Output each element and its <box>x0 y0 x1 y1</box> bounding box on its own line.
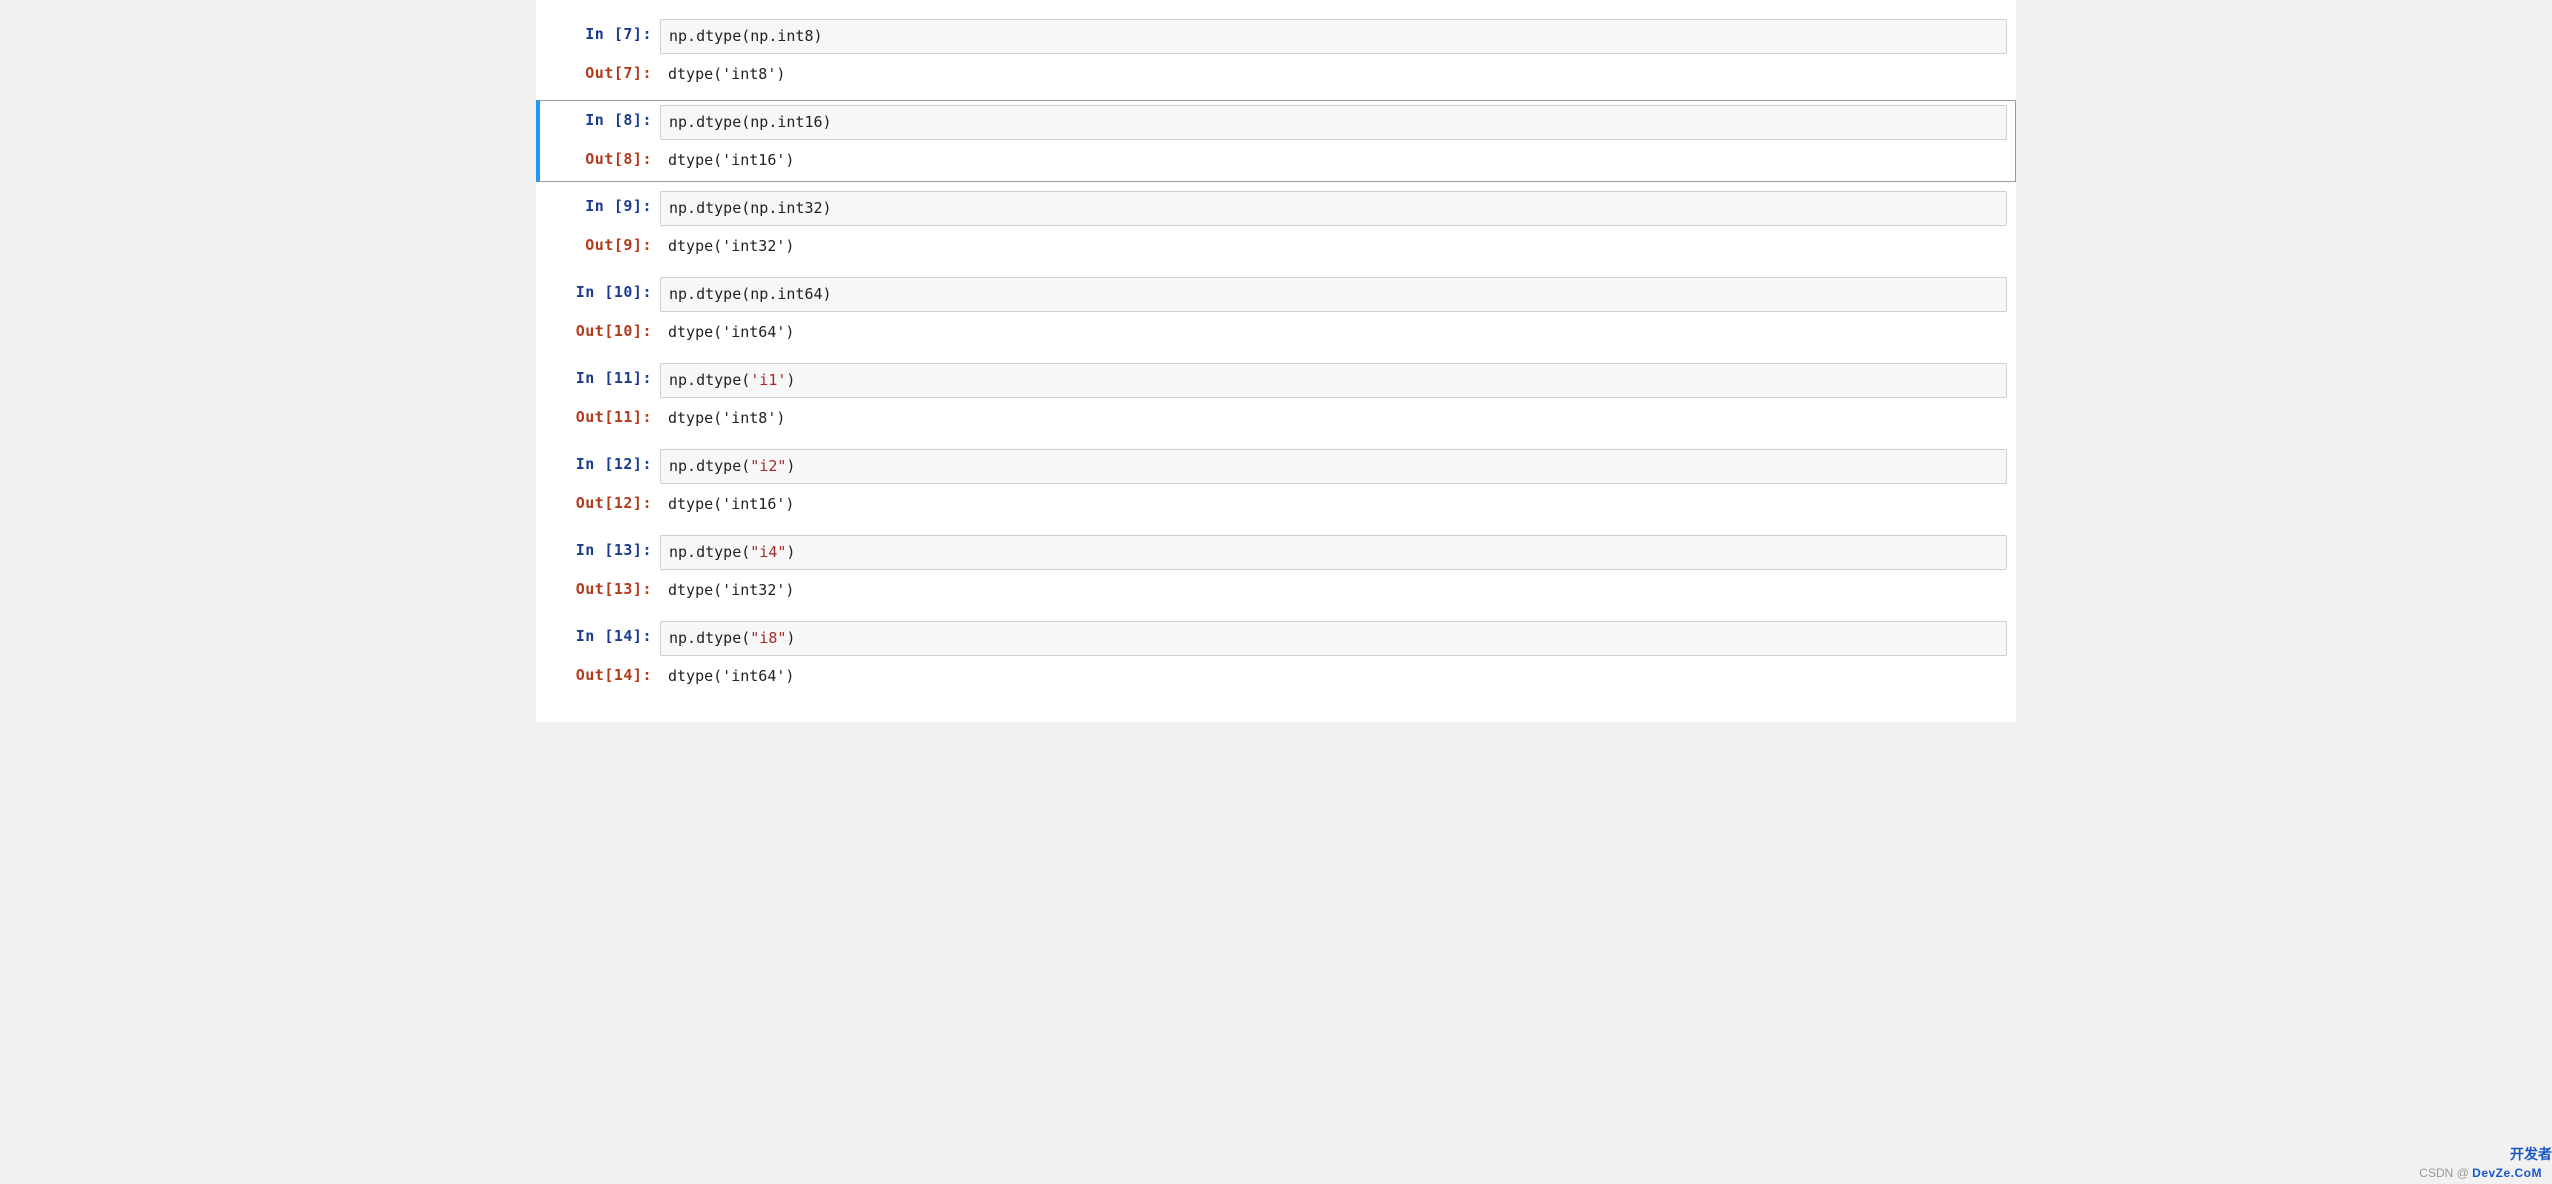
code-token: np.dtype( <box>669 543 750 561</box>
notebook-cell[interactable]: In [8]: np.dtype(np.int16) Out[8]:dtype('i… <box>536 100 2016 182</box>
input-row: In [12]:np.dtype("i2") <box>540 447 2015 486</box>
in-prompt: In [12]: <box>540 449 660 473</box>
in-prompt: In [14]: <box>540 621 660 645</box>
code-token: np.dtype(np.int32) <box>669 199 832 217</box>
in-prompt: In [11]: <box>540 363 660 387</box>
code-token: np.dtype(np.int8) <box>669 27 823 45</box>
code-token: np.dtype( <box>669 371 750 389</box>
notebook-cell[interactable]: In [10]: np.dtype(np.int64) Out[10]:dtype(… <box>536 272 2016 354</box>
output-row: Out[7]:dtype('int8') <box>540 56 2015 93</box>
code-input[interactable]: np.dtype("i4") <box>660 535 2007 570</box>
code-input[interactable]: np.dtype(np.int8) <box>660 19 2007 54</box>
notebook-cell[interactable]: In [13]:np.dtype("i4")Out[13]:dtype('int… <box>536 530 2016 612</box>
code-token: ) <box>786 457 795 475</box>
code-token: np.dtype( <box>669 629 750 647</box>
code-token-string: 'i1' <box>750 371 786 389</box>
code-token: np.dtype( <box>669 457 750 475</box>
input-row: In [10]: np.dtype(np.int64) <box>540 275 2015 314</box>
out-prompt: Out[9]: <box>540 230 660 254</box>
code-input[interactable]: np.dtype(np.int64) <box>660 277 2007 312</box>
code-input[interactable]: np.dtype(np.int32) <box>660 191 2007 226</box>
out-prompt: Out[13]: <box>540 574 660 598</box>
out-prompt: Out[12]: <box>540 488 660 512</box>
input-row: In [7]: np.dtype(np.int8) <box>540 17 2015 56</box>
watermark-prefix: CSDN @ <box>2419 1166 2469 1180</box>
notebook-cell[interactable]: In [9]: np.dtype(np.int32) Out[9]:dtype('i… <box>536 186 2016 268</box>
input-row: In [13]:np.dtype("i4") <box>540 533 2015 572</box>
cell-output: dtype('int32') <box>660 574 2007 607</box>
code-token-string: "i2" <box>750 457 786 475</box>
cell-output: dtype('int32') <box>660 230 2007 263</box>
code-token-string: "i4" <box>750 543 786 561</box>
in-prompt: In [7]: <box>540 19 660 43</box>
footer-watermark: CSDN @ DevZe.CoM <box>2419 1166 2542 1180</box>
notebook-cell[interactable]: In [12]:np.dtype("i2")Out[12]:dtype('int… <box>536 444 2016 526</box>
cell-output: dtype('int8') <box>660 58 2007 91</box>
input-row: In [14]:np.dtype("i8") <box>540 619 2015 658</box>
developer-badge: 开发者 <box>2510 1144 2552 1164</box>
watermark-brand: DevZe.CoM <box>2472 1166 2542 1180</box>
cell-output: dtype('int16') <box>660 144 2007 177</box>
in-prompt: In [8]: <box>540 105 660 129</box>
code-token: ) <box>786 371 795 389</box>
code-token: np.dtype(np.int16) <box>669 113 832 131</box>
code-input[interactable]: np.dtype(np.int16) <box>660 105 2007 140</box>
output-row: Out[10]:dtype('int64') <box>540 314 2015 351</box>
code-token: ) <box>786 629 795 647</box>
in-prompt: In [13]: <box>540 535 660 559</box>
cell-output: dtype('int8') <box>660 402 2007 435</box>
cell-output: dtype('int64') <box>660 316 2007 349</box>
code-input[interactable]: np.dtype("i2") <box>660 449 2007 484</box>
out-prompt: Out[10]: <box>540 316 660 340</box>
output-row: Out[11]:dtype('int8') <box>540 400 2015 437</box>
code-token: ) <box>786 543 795 561</box>
notebook-cell[interactable]: In [14]:np.dtype("i8")Out[14]:dtype('int… <box>536 616 2016 698</box>
code-token: np.dtype(np.int64) <box>669 285 832 303</box>
out-prompt: Out[11]: <box>540 402 660 426</box>
out-prompt: Out[14]: <box>540 660 660 684</box>
in-prompt: In [9]: <box>540 191 660 215</box>
output-row: Out[9]:dtype('int32') <box>540 228 2015 265</box>
input-row: In [9]: np.dtype(np.int32) <box>540 189 2015 228</box>
output-row: Out[8]:dtype('int16') <box>540 142 2015 179</box>
input-row: In [8]: np.dtype(np.int16) <box>540 103 2015 142</box>
code-input[interactable]: np.dtype('i1') <box>660 363 2007 398</box>
out-prompt: Out[8]: <box>540 144 660 168</box>
output-row: Out[13]:dtype('int32') <box>540 572 2015 609</box>
notebook-cell[interactable]: In [7]: np.dtype(np.int8) Out[7]:dtype('in… <box>536 14 2016 96</box>
code-token-string: "i8" <box>750 629 786 647</box>
cell-output: dtype('int64') <box>660 660 2007 693</box>
input-row: In [11]:np.dtype('i1') <box>540 361 2015 400</box>
output-row: Out[12]:dtype('int16') <box>540 486 2015 523</box>
notebook-cell[interactable]: In [11]:np.dtype('i1')Out[11]:dtype('int… <box>536 358 2016 440</box>
in-prompt: In [10]: <box>540 277 660 301</box>
cell-output: dtype('int16') <box>660 488 2007 521</box>
output-row: Out[14]:dtype('int64') <box>540 658 2015 695</box>
notebook-area: In [7]:np.dtype(np.int8)Out[7]:dtype('in… <box>536 0 2016 722</box>
code-input[interactable]: np.dtype("i8") <box>660 621 2007 656</box>
out-prompt: Out[7]: <box>540 58 660 82</box>
